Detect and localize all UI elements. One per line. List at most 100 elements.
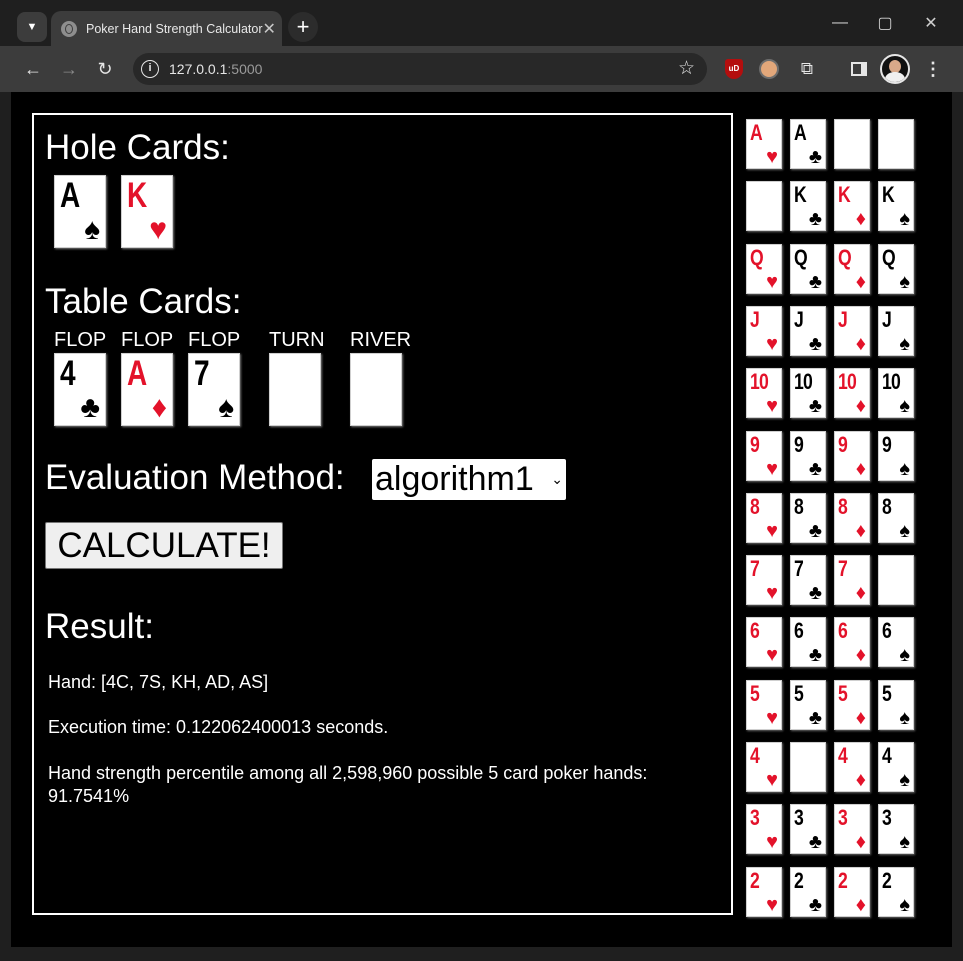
card-rank: 9: [882, 431, 892, 457]
deck-card[interactable]: 9 ♦: [834, 430, 870, 481]
card-suit-icon: ♦: [855, 582, 866, 605]
card-rank: Q: [750, 244, 764, 270]
deck-card[interactable]: 9 ♣: [790, 430, 826, 481]
more-menu-icon[interactable]: ⋮: [921, 57, 945, 81]
deck-card[interactable]: 6 ♥: [746, 617, 782, 668]
card-rank: Q: [882, 244, 896, 270]
hole-card[interactable]: K ♥: [121, 175, 173, 248]
extension-face-icon[interactable]: [757, 57, 781, 81]
deck-card[interactable]: 4 ♠: [878, 742, 914, 792]
deck-card[interactable]: 9 ♠: [878, 430, 914, 481]
deck-card[interactable]: 3 ♦: [834, 804, 870, 855]
deck-card[interactable]: 8 ♠: [878, 492, 914, 543]
table-card-slot[interactable]: [350, 353, 402, 426]
card-rank: 7: [838, 556, 848, 582]
card-suit-icon: ♦: [855, 457, 866, 480]
deck-card[interactable]: 8 ♦: [834, 492, 870, 543]
card-rank: J: [794, 306, 804, 332]
reload-icon[interactable]: ↻: [91, 55, 119, 83]
table-card-slot[interactable]: 4 ♣: [54, 353, 106, 426]
deck-card-empty[interactable]: [746, 181, 782, 232]
extensions-puzzle-icon[interactable]: ⧉: [795, 57, 819, 81]
deck-card[interactable]: 8 ♣: [790, 492, 826, 543]
address-bar[interactable]: i 127.0.0.1:5000 ☆: [133, 53, 707, 85]
site-info-icon[interactable]: i: [141, 60, 159, 78]
hole-card[interactable]: A ♠: [54, 175, 106, 248]
deck-card[interactable]: 6 ♠: [878, 617, 914, 668]
deck-card[interactable]: 5 ♣: [790, 679, 826, 730]
deck-card-empty[interactable]: [878, 119, 914, 169]
deck-card[interactable]: A ♣: [790, 119, 826, 169]
card-rank: 4: [60, 354, 76, 393]
deck-card[interactable]: A ♥: [746, 119, 782, 169]
deck-card[interactable]: 5 ♦: [834, 679, 870, 730]
deck-card[interactable]: J ♥: [746, 305, 782, 356]
deck-card[interactable]: 2 ♦: [834, 866, 870, 917]
deck-card[interactable]: 6 ♣: [790, 617, 826, 668]
card-suit-icon: ♠: [899, 519, 910, 542]
deck-card[interactable]: 5 ♥: [746, 679, 782, 730]
card-rank: 4: [750, 743, 760, 768]
deck-card-empty[interactable]: [790, 742, 826, 792]
deck-card[interactable]: 7 ♥: [746, 555, 782, 606]
deck-card[interactable]: 4 ♥: [746, 742, 782, 792]
card-rank: 10: [794, 369, 813, 395]
ublock-extension-icon[interactable]: uD: [722, 57, 746, 81]
table-card-slot[interactable]: [269, 353, 321, 426]
deck-card[interactable]: Q ♦: [834, 243, 870, 294]
deck-card[interactable]: 3 ♠: [878, 804, 914, 855]
browser-tab[interactable]: Poker Hand Strength Calculator ✕: [51, 11, 282, 46]
deck-card[interactable]: 10 ♣: [790, 368, 826, 419]
deck-card[interactable]: 2 ♠: [878, 866, 914, 917]
table-card-slot[interactable]: A ♦: [121, 353, 173, 426]
tab-close-icon[interactable]: ✕: [262, 19, 275, 39]
tab-search-button[interactable]: ▼: [17, 12, 47, 42]
deck-card[interactable]: 2 ♥: [746, 866, 782, 917]
table-cards-heading: Table Cards:: [45, 282, 242, 321]
deck-card[interactable]: 6 ♦: [834, 617, 870, 668]
deck-card[interactable]: Q ♣: [790, 243, 826, 294]
minimize-icon[interactable]: —: [817, 0, 863, 46]
deck-card[interactable]: 4 ♦: [834, 742, 870, 792]
deck-card[interactable]: K ♣: [790, 181, 826, 232]
deck-card[interactable]: J ♠: [878, 305, 914, 356]
forward-arrow-icon[interactable]: →: [55, 55, 83, 83]
side-panel-icon[interactable]: [847, 57, 871, 81]
deck-card-empty[interactable]: [878, 555, 914, 606]
profile-avatar[interactable]: [880, 54, 910, 84]
deck-card[interactable]: 9 ♥: [746, 430, 782, 481]
deck-card[interactable]: K ♠: [878, 181, 914, 232]
window-close-icon[interactable]: ✕: [908, 0, 954, 46]
deck-card[interactable]: J ♣: [790, 305, 826, 356]
deck-card[interactable]: 8 ♥: [746, 492, 782, 543]
deck-card[interactable]: 10 ♦: [834, 368, 870, 419]
deck-card[interactable]: Q ♥: [746, 243, 782, 294]
new-tab-button[interactable]: +: [288, 12, 318, 42]
deck-card[interactable]: 3 ♥: [746, 804, 782, 855]
deck-card[interactable]: 3 ♣: [790, 804, 826, 855]
card-suit-icon: ♣: [808, 582, 822, 605]
chevron-down-icon: ▼: [26, 21, 38, 33]
deck-card[interactable]: 7 ♦: [834, 555, 870, 606]
card-suit-icon: ♣: [808, 519, 822, 542]
evaluation-method-select[interactable]: algorithm1 ⌄: [372, 459, 566, 500]
deck-card-empty[interactable]: [834, 119, 870, 169]
back-arrow-icon[interactable]: ←: [19, 55, 47, 83]
card-suit-icon: ♠: [84, 213, 100, 246]
card-suit-icon: ♥: [766, 831, 778, 854]
deck-card[interactable]: 2 ♣: [790, 866, 826, 917]
deck-card[interactable]: 5 ♠: [878, 679, 914, 730]
url-text: 127.0.0.1:5000: [169, 61, 262, 77]
deck-card[interactable]: K ♦: [834, 181, 870, 232]
card-rank: 3: [794, 805, 804, 831]
deck-card[interactable]: 10 ♥: [746, 368, 782, 419]
calculate-button[interactable]: CALCULATE!: [45, 522, 283, 569]
maximize-icon[interactable]: ▢: [862, 0, 908, 46]
deck-card[interactable]: Q ♠: [878, 243, 914, 294]
deck-card[interactable]: 7 ♣: [790, 555, 826, 606]
deck-card[interactable]: J ♦: [834, 305, 870, 356]
table-card-slot[interactable]: 7 ♠: [188, 353, 240, 426]
hole-cards-heading: Hole Cards:: [45, 128, 230, 167]
deck-card[interactable]: 10 ♠: [878, 368, 914, 419]
bookmark-star-icon[interactable]: ☆: [678, 57, 695, 80]
